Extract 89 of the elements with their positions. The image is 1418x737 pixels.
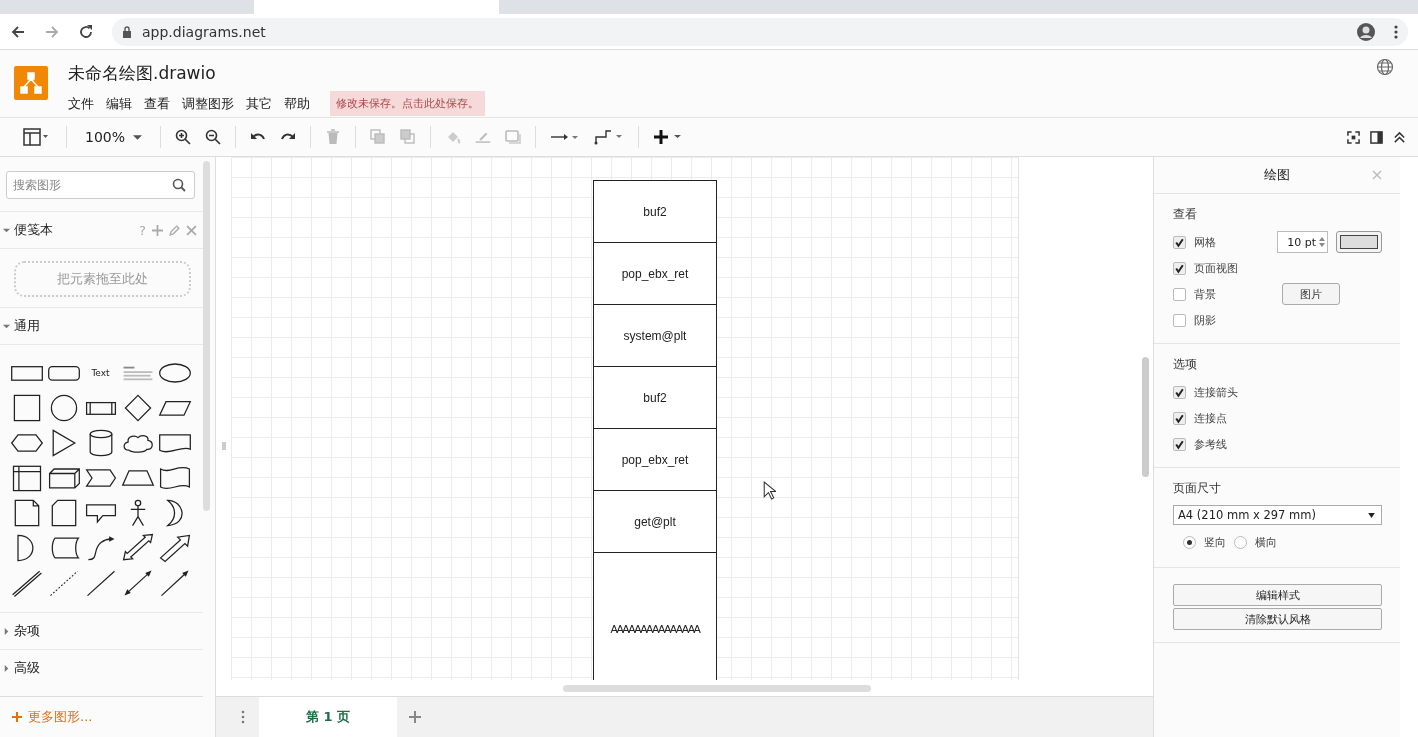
panel-button[interactable]: 清除默认风格 [1173, 608, 1382, 630]
scrollbar-thumb[interactable] [203, 161, 210, 511]
section-heading: 查看 [1173, 206, 1198, 223]
waypoint-icon[interactable] [594, 129, 625, 145]
checkbox[interactable] [1173, 261, 1186, 275]
search-icon[interactable] [172, 178, 186, 192]
expanded-arrow-icon[interactable] [3, 226, 10, 234]
expanded-arrow-icon[interactable] [3, 322, 10, 330]
zoom-out-icon[interactable] [205, 129, 222, 145]
back-icon[interactable] [10, 23, 26, 40]
zoom-in-icon[interactable] [175, 129, 192, 145]
stack-cell[interactable]: get@plt [593, 490, 717, 553]
menu-item[interactable]: 编辑 [106, 94, 132, 113]
address-field[interactable]: app.diagrams.net [112, 17, 1408, 46]
cell-label: buf2 [643, 390, 667, 405]
scrollbar-thumb[interactable] [563, 685, 871, 692]
checkbox-label[interactable]: 网格 [1194, 234, 1216, 250]
grid-size-field[interactable]: 10 pt [1277, 231, 1328, 253]
globe-icon[interactable] [1376, 58, 1394, 76]
stack-cell[interactable]: pop_ebx_ret [593, 242, 717, 305]
menu-item[interactable]: 调整图形 [182, 94, 234, 113]
section-heading: 页面尺寸 [1173, 480, 1222, 497]
radio-button[interactable] [1183, 535, 1196, 549]
collapsed-arrow-icon[interactable] [3, 664, 10, 672]
mouse-cursor-icon [763, 481, 776, 500]
section-header[interactable]: 便笺本 [14, 221, 53, 239]
search-field[interactable]: 搜索图形 [6, 171, 195, 199]
checkbox-label[interactable]: 阴影 [1194, 312, 1216, 328]
menu-item[interactable]: 其它 [246, 94, 272, 113]
page-tab[interactable]: 第 1 页 [259, 697, 397, 737]
section-heading: 选项 [1173, 356, 1198, 373]
drop-zone: 把元素拖至此处 [14, 261, 191, 297]
checkbox-label[interactable]: 背景 [1194, 286, 1216, 302]
page-menu-icon[interactable] [241, 710, 245, 724]
save-notice[interactable]: 修改未保存。点击此处保存。 [330, 91, 485, 116]
cell-label: AAAAAAAAAAAAAAA [610, 623, 700, 635]
checkbox[interactable] [1173, 235, 1186, 249]
lock-icon [122, 25, 132, 38]
spinner-icon[interactable] [1318, 235, 1326, 249]
stack-cell[interactable]: system@plt [593, 304, 717, 367]
panel-title: 绘图 [1264, 166, 1290, 184]
section-header[interactable]: 杂项 [14, 622, 40, 640]
splitter-handle-icon[interactable] [222, 442, 226, 450]
cell-label: pop_ebx_ret [621, 452, 689, 467]
image-button[interactable]: 图片 [1282, 283, 1340, 305]
menu-item[interactable]: 帮助 [284, 94, 310, 113]
format-panel-icon[interactable] [1370, 130, 1383, 144]
collapsed-arrow-icon[interactable] [3, 627, 10, 635]
checkbox-label[interactable]: 连接箭头 [1194, 384, 1238, 400]
panel-button[interactable]: 编辑样式 [1173, 584, 1382, 606]
menu-item[interactable]: 文件 [68, 94, 94, 113]
stack-cell[interactable]: pop_ebx_ret [593, 428, 717, 491]
radio-label[interactable]: 竖向 [1204, 534, 1226, 550]
section-header[interactable]: 通用 [14, 317, 40, 335]
checkbox[interactable] [1173, 287, 1186, 301]
cell-label: get@plt [634, 514, 676, 529]
cell-label: buf2 [643, 204, 667, 219]
checkbox[interactable] [1173, 437, 1186, 451]
logo-icon [14, 66, 48, 100]
text-shape[interactable]: Text [91, 367, 110, 378]
menu-item[interactable]: 查看 [144, 94, 170, 113]
plus-icon [12, 712, 22, 722]
checkbox-label[interactable]: 连接点 [1194, 410, 1227, 426]
zoom-dropdown[interactable]: 100% [81, 129, 147, 145]
checkbox-label[interactable]: 页面视图 [1194, 260, 1238, 276]
more-icon[interactable] [1394, 23, 1398, 40]
section-header[interactable]: 高级 [14, 659, 40, 677]
caret-icon[interactable] [1368, 512, 1375, 518]
add-page-icon[interactable] [409, 711, 421, 723]
collapse-icon[interactable] [1393, 130, 1406, 144]
stack-cell[interactable]: buf2 [593, 180, 717, 243]
profile-icon[interactable] [1356, 21, 1376, 42]
stack-cell[interactable]: AAAAAAAAAAAAAAA [593, 552, 717, 680]
radio-label[interactable]: 横向 [1255, 534, 1277, 550]
caret-icon[interactable] [133, 134, 143, 140]
checkbox[interactable] [1173, 411, 1186, 425]
radio-button[interactable] [1234, 535, 1247, 549]
fullscreen-icon[interactable] [1347, 130, 1360, 144]
checkbox[interactable] [1173, 313, 1186, 327]
page-size-dropdown[interactable]: A4 (210 mm x 297 mm) [1173, 505, 1382, 525]
stack-cell[interactable]: buf2 [593, 366, 717, 429]
grid-color-button[interactable] [1336, 231, 1382, 253]
checkbox-label[interactable]: 参考线 [1194, 436, 1227, 452]
cell-label: pop_ebx_ret [621, 266, 689, 281]
reload-icon[interactable] [78, 23, 94, 40]
scrollbar-thumb[interactable] [1142, 357, 1149, 477]
checkbox[interactable] [1173, 385, 1186, 399]
cell-label: system@plt [623, 328, 687, 343]
file-title[interactable]: 未命名绘图.drawio [68, 62, 485, 85]
